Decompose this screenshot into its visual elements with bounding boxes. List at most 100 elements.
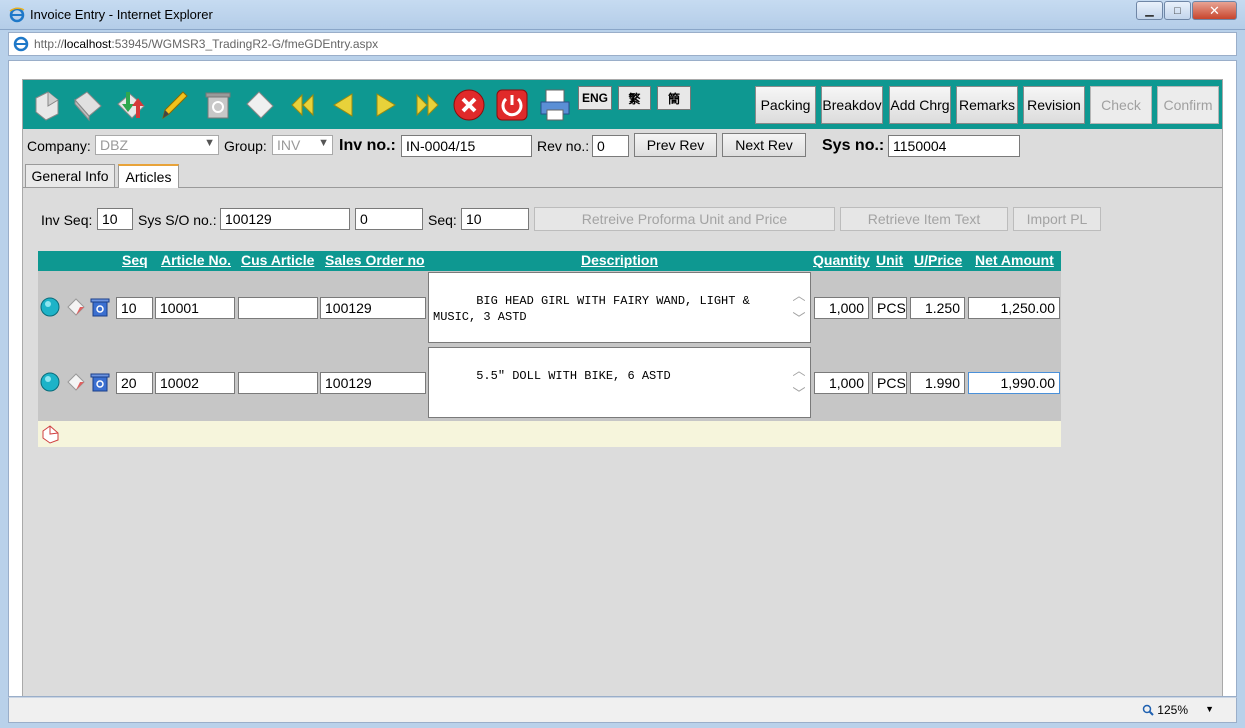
first-record-icon[interactable]	[285, 87, 321, 123]
row-cus-article-input[interactable]	[238, 372, 318, 394]
add-charge-button[interactable]: Add Chrg	[889, 86, 951, 124]
row-seq-input[interactable]: 10	[116, 297, 153, 319]
copy-icon[interactable]	[70, 87, 106, 123]
company-select[interactable]: DBZ ▼	[95, 135, 219, 155]
window-title: Invoice Entry - Internet Explorer	[30, 7, 213, 22]
last-record-icon[interactable]	[409, 87, 445, 123]
sys-no-input[interactable]: 1150004	[888, 135, 1020, 157]
inv-seq-label: Inv Seq:	[41, 212, 93, 228]
col-sales-order[interactable]: Sales Order no	[325, 252, 425, 268]
recycle-bin-icon[interactable]	[199, 87, 235, 123]
group-label: Group:	[224, 138, 267, 154]
invoice-entry-app: ENG 繁 簡 Packing Breakdov Add Chrg Remark…	[22, 79, 1223, 696]
window-titlebar: Invoice Entry - Internet Explorer ▁ □ ✕	[0, 0, 1245, 30]
power-exit-icon[interactable]	[494, 87, 530, 123]
inv-no-label: Inv no.:	[339, 137, 396, 154]
col-net-amount[interactable]: Net Amount	[975, 252, 1054, 268]
previous-record-icon[interactable]	[325, 87, 361, 123]
row-net-amount-input[interactable]: 1,990.00	[968, 372, 1060, 394]
packing-button[interactable]: Packing	[755, 86, 816, 124]
lang-english-button[interactable]: ENG	[578, 86, 612, 110]
remarks-button[interactable]: Remarks	[956, 86, 1018, 124]
row-cus-article-input[interactable]	[238, 297, 318, 319]
maximize-button[interactable]: □	[1164, 1, 1191, 20]
row-uprice-input[interactable]: 1.990	[910, 372, 965, 394]
toolbar: ENG 繁 簡 Packing Breakdov Add Chrg Remark…	[23, 80, 1222, 129]
sys-so-label: Sys S/O no.:	[138, 212, 217, 228]
row-sales-order-input[interactable]: 100129	[320, 297, 426, 319]
row-article-no-input[interactable]: 10001	[155, 297, 235, 319]
inv-seq-input[interactable]: 10	[97, 208, 133, 230]
col-description[interactable]: Description	[581, 252, 658, 268]
print-icon[interactable]	[537, 87, 573, 123]
row-unit-input[interactable]: PCS	[872, 297, 907, 319]
import-pl-button[interactable]: Import PL	[1013, 207, 1101, 231]
breakdown-button[interactable]: Breakdov	[821, 86, 883, 124]
rev-no-label: Rev no.:	[537, 138, 590, 154]
page-icon	[13, 36, 29, 52]
delete-row-icon[interactable]	[90, 372, 110, 392]
inv-no-input[interactable]: IN-0004/15	[401, 135, 532, 157]
row-seq-input[interactable]: 20	[116, 372, 153, 394]
tab-articles[interactable]: Articles	[118, 164, 179, 189]
sys-so-extra-input[interactable]: 0	[355, 208, 423, 230]
address-url: http://localhost:53945/WGMSR3_TradingR2-…	[34, 37, 379, 51]
col-quantity[interactable]: Quantity	[813, 252, 870, 268]
edit-pencil-icon[interactable]	[156, 87, 192, 123]
status-bar: 125% ▼	[8, 697, 1237, 723]
clear-row-icon[interactable]	[66, 297, 86, 317]
row-sales-order-input[interactable]: 100129	[320, 372, 426, 394]
sys-so-input[interactable]: 100129	[220, 208, 350, 230]
confirm-button[interactable]: Confirm	[1157, 86, 1219, 124]
tab-general-info[interactable]: General Info	[25, 164, 115, 188]
group-select[interactable]: INV ▼	[272, 135, 333, 155]
internet-explorer-icon	[9, 7, 25, 23]
company-label: Company:	[27, 138, 91, 154]
seq-input[interactable]: 10	[461, 208, 529, 230]
row-net-amount-input[interactable]: 1,250.00	[968, 297, 1060, 319]
row-quantity-input[interactable]: 1,000	[814, 372, 869, 394]
retrieve-proforma-price-button[interactable]: Retreive Proforma Unit and Price	[534, 207, 835, 231]
add-row-icon[interactable]	[40, 424, 60, 444]
chevron-down-icon: ▼	[318, 137, 329, 149]
row-quantity-input[interactable]: 1,000	[814, 297, 869, 319]
textarea-scroll-arrows-icon[interactable]: ︿ ﹀	[792, 285, 806, 331]
new-icon[interactable]	[29, 87, 65, 123]
row-description-textarea[interactable]: BIG HEAD GIRL WITH FAIRY WAND, LIGHT & M…	[428, 272, 811, 343]
cancel-icon[interactable]	[451, 87, 487, 123]
col-uprice[interactable]: U/Price	[914, 252, 962, 268]
table-row: 20 10002 100129 5.5" DOLL WITH BIKE, 6 A…	[38, 346, 1061, 421]
select-row-icon[interactable]	[40, 297, 60, 317]
address-bar[interactable]: http://localhost:53945/WGMSR3_TradingR2-…	[8, 32, 1237, 56]
zoom-dropdown-icon[interactable]: ▼	[1205, 704, 1214, 714]
check-button[interactable]: Check	[1090, 86, 1152, 124]
prev-rev-button[interactable]: Prev Rev	[634, 133, 717, 157]
rev-no-input[interactable]: 0	[592, 135, 629, 157]
next-rev-button[interactable]: Next Rev	[722, 133, 806, 157]
retrieve-item-text-button[interactable]: Retrieve Item Text	[840, 207, 1008, 231]
clear-row-icon[interactable]	[66, 372, 86, 392]
delete-row-icon[interactable]	[90, 297, 110, 317]
sys-no-label: Sys no.:	[822, 137, 885, 154]
col-seq[interactable]: Seq	[122, 252, 148, 268]
col-article-no[interactable]: Article No.	[161, 252, 231, 268]
lang-traditional-button[interactable]: 繁	[618, 86, 651, 110]
revision-button[interactable]: Revision	[1023, 86, 1085, 124]
import-export-icon[interactable]	[113, 87, 149, 123]
zoom-icon	[1143, 704, 1155, 716]
col-unit[interactable]: Unit	[876, 252, 903, 268]
seq-label: Seq:	[428, 212, 457, 228]
row-description-textarea[interactable]: 5.5" DOLL WITH BIKE, 6 ASTD ︿ ﹀	[428, 347, 811, 418]
lang-simplified-button[interactable]: 簡	[657, 86, 691, 110]
select-row-icon[interactable]	[40, 372, 60, 392]
minimize-button[interactable]: ▁	[1136, 1, 1163, 20]
row-article-no-input[interactable]: 10002	[155, 372, 235, 394]
close-window-button[interactable]: ✕	[1192, 1, 1237, 20]
textarea-scroll-arrows-icon[interactable]: ︿ ﹀	[792, 360, 806, 406]
row-unit-input[interactable]: PCS	[872, 372, 907, 394]
col-cus-article[interactable]: Cus Article	[241, 252, 314, 268]
clear-icon[interactable]	[242, 87, 278, 123]
next-record-icon[interactable]	[368, 87, 404, 123]
zoom-level[interactable]: 125%	[1142, 703, 1188, 717]
row-uprice-input[interactable]: 1.250	[910, 297, 965, 319]
